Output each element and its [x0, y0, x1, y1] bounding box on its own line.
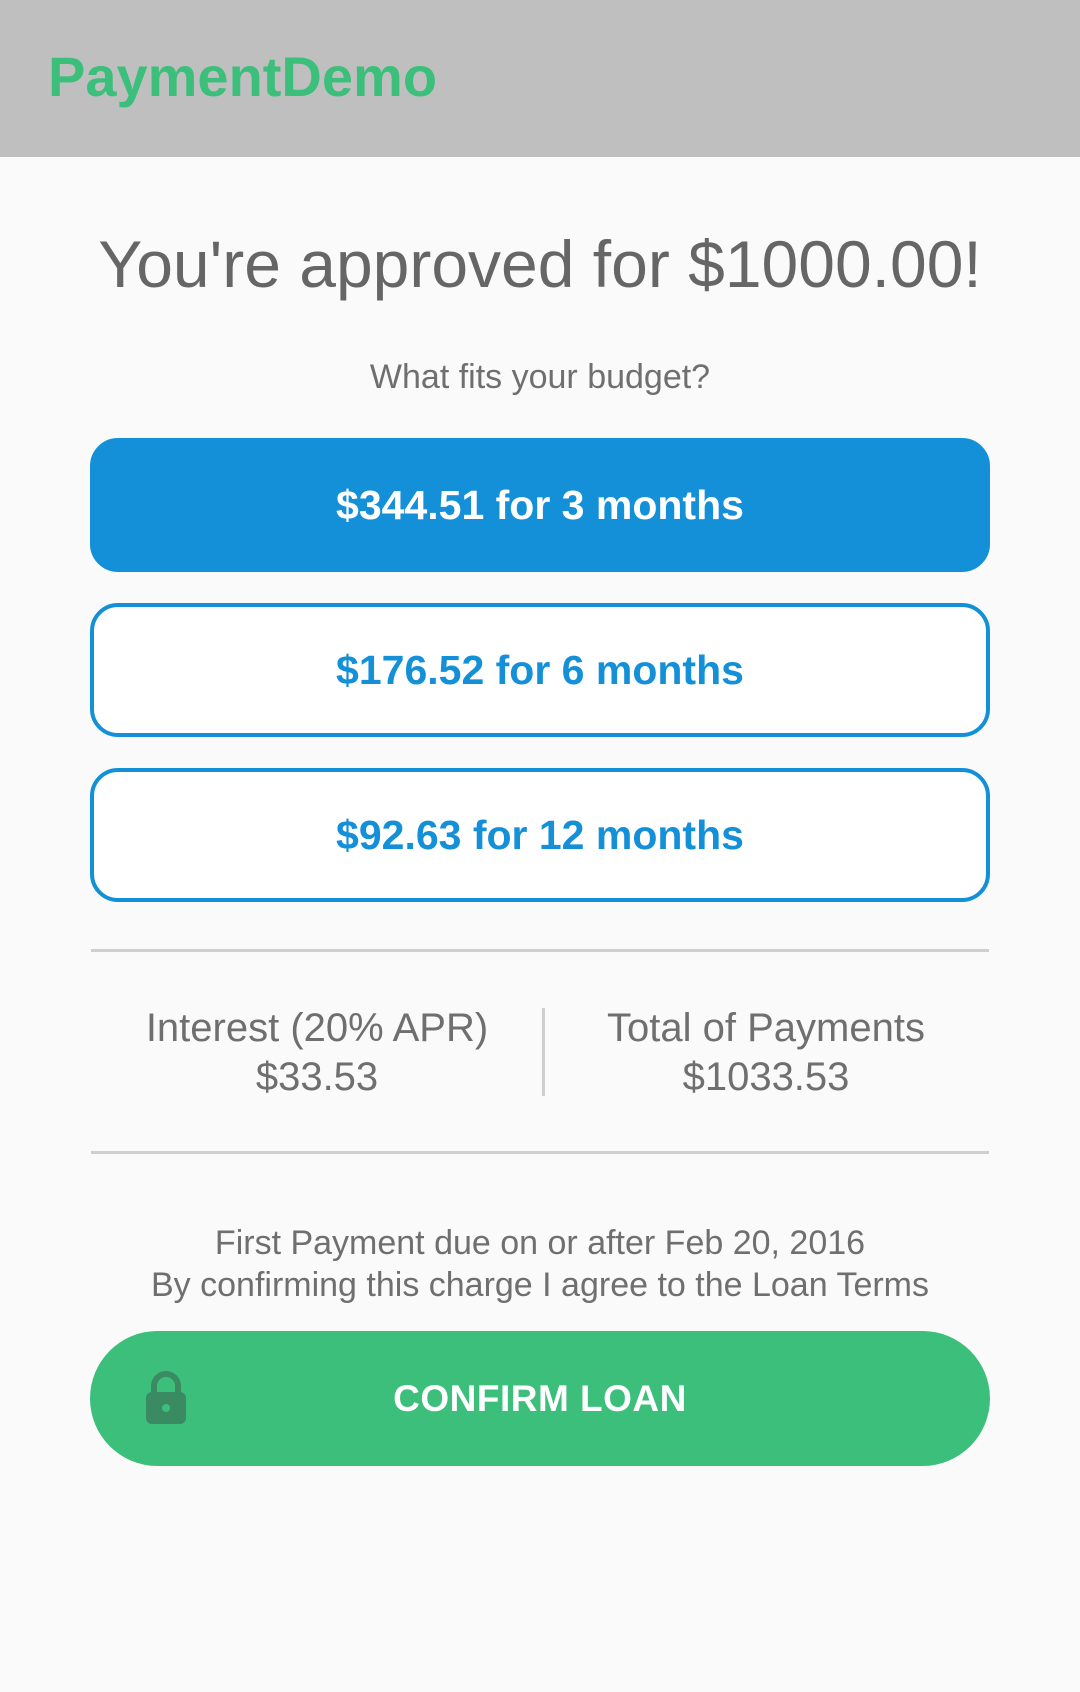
total-summary: Total of Payments $1033.53: [546, 1004, 986, 1102]
interest-label: Interest (20% APR): [145, 1006, 489, 1050]
confirm-loan-label: CONFIRM LOAN: [393, 1377, 687, 1419]
divider-bottom: [91, 1151, 989, 1154]
budget-question: What fits your budget?: [369, 358, 711, 396]
plan-option-label: $344.51 for 3 months: [336, 481, 744, 528]
stat-divider: [542, 1008, 545, 1096]
lock-icon: [144, 1370, 188, 1426]
total-label: Total of Payments: [607, 1006, 925, 1050]
plan-option-6-months[interactable]: $176.52 for 6 months: [90, 603, 990, 737]
divider-top: [91, 949, 989, 952]
interest-value: $33.53: [255, 1055, 379, 1099]
plan-option-label: $92.63 for 12 months: [336, 811, 744, 858]
total-value: $1033.53: [682, 1055, 850, 1099]
app-title: PaymentDemo: [48, 45, 438, 108]
approval-headline: You're approved for $1000.00!: [98, 227, 982, 301]
plan-option-12-months[interactable]: $92.63 for 12 months: [90, 768, 990, 902]
confirm-loan-button[interactable]: CONFIRM LOAN: [90, 1331, 990, 1466]
interest-summary: Interest (20% APR) $33.53: [97, 1004, 537, 1102]
first-payment-text: First Payment due on or after Feb 20, 20…: [214, 1224, 866, 1262]
loan-terms-agreement: By confirming this charge I agree to the…: [151, 1266, 929, 1304]
plan-option-3-months[interactable]: $344.51 for 3 months: [90, 438, 990, 572]
app-bar: PaymentDemo: [0, 0, 1080, 157]
plan-option-label: $176.52 for 6 months: [336, 646, 744, 693]
